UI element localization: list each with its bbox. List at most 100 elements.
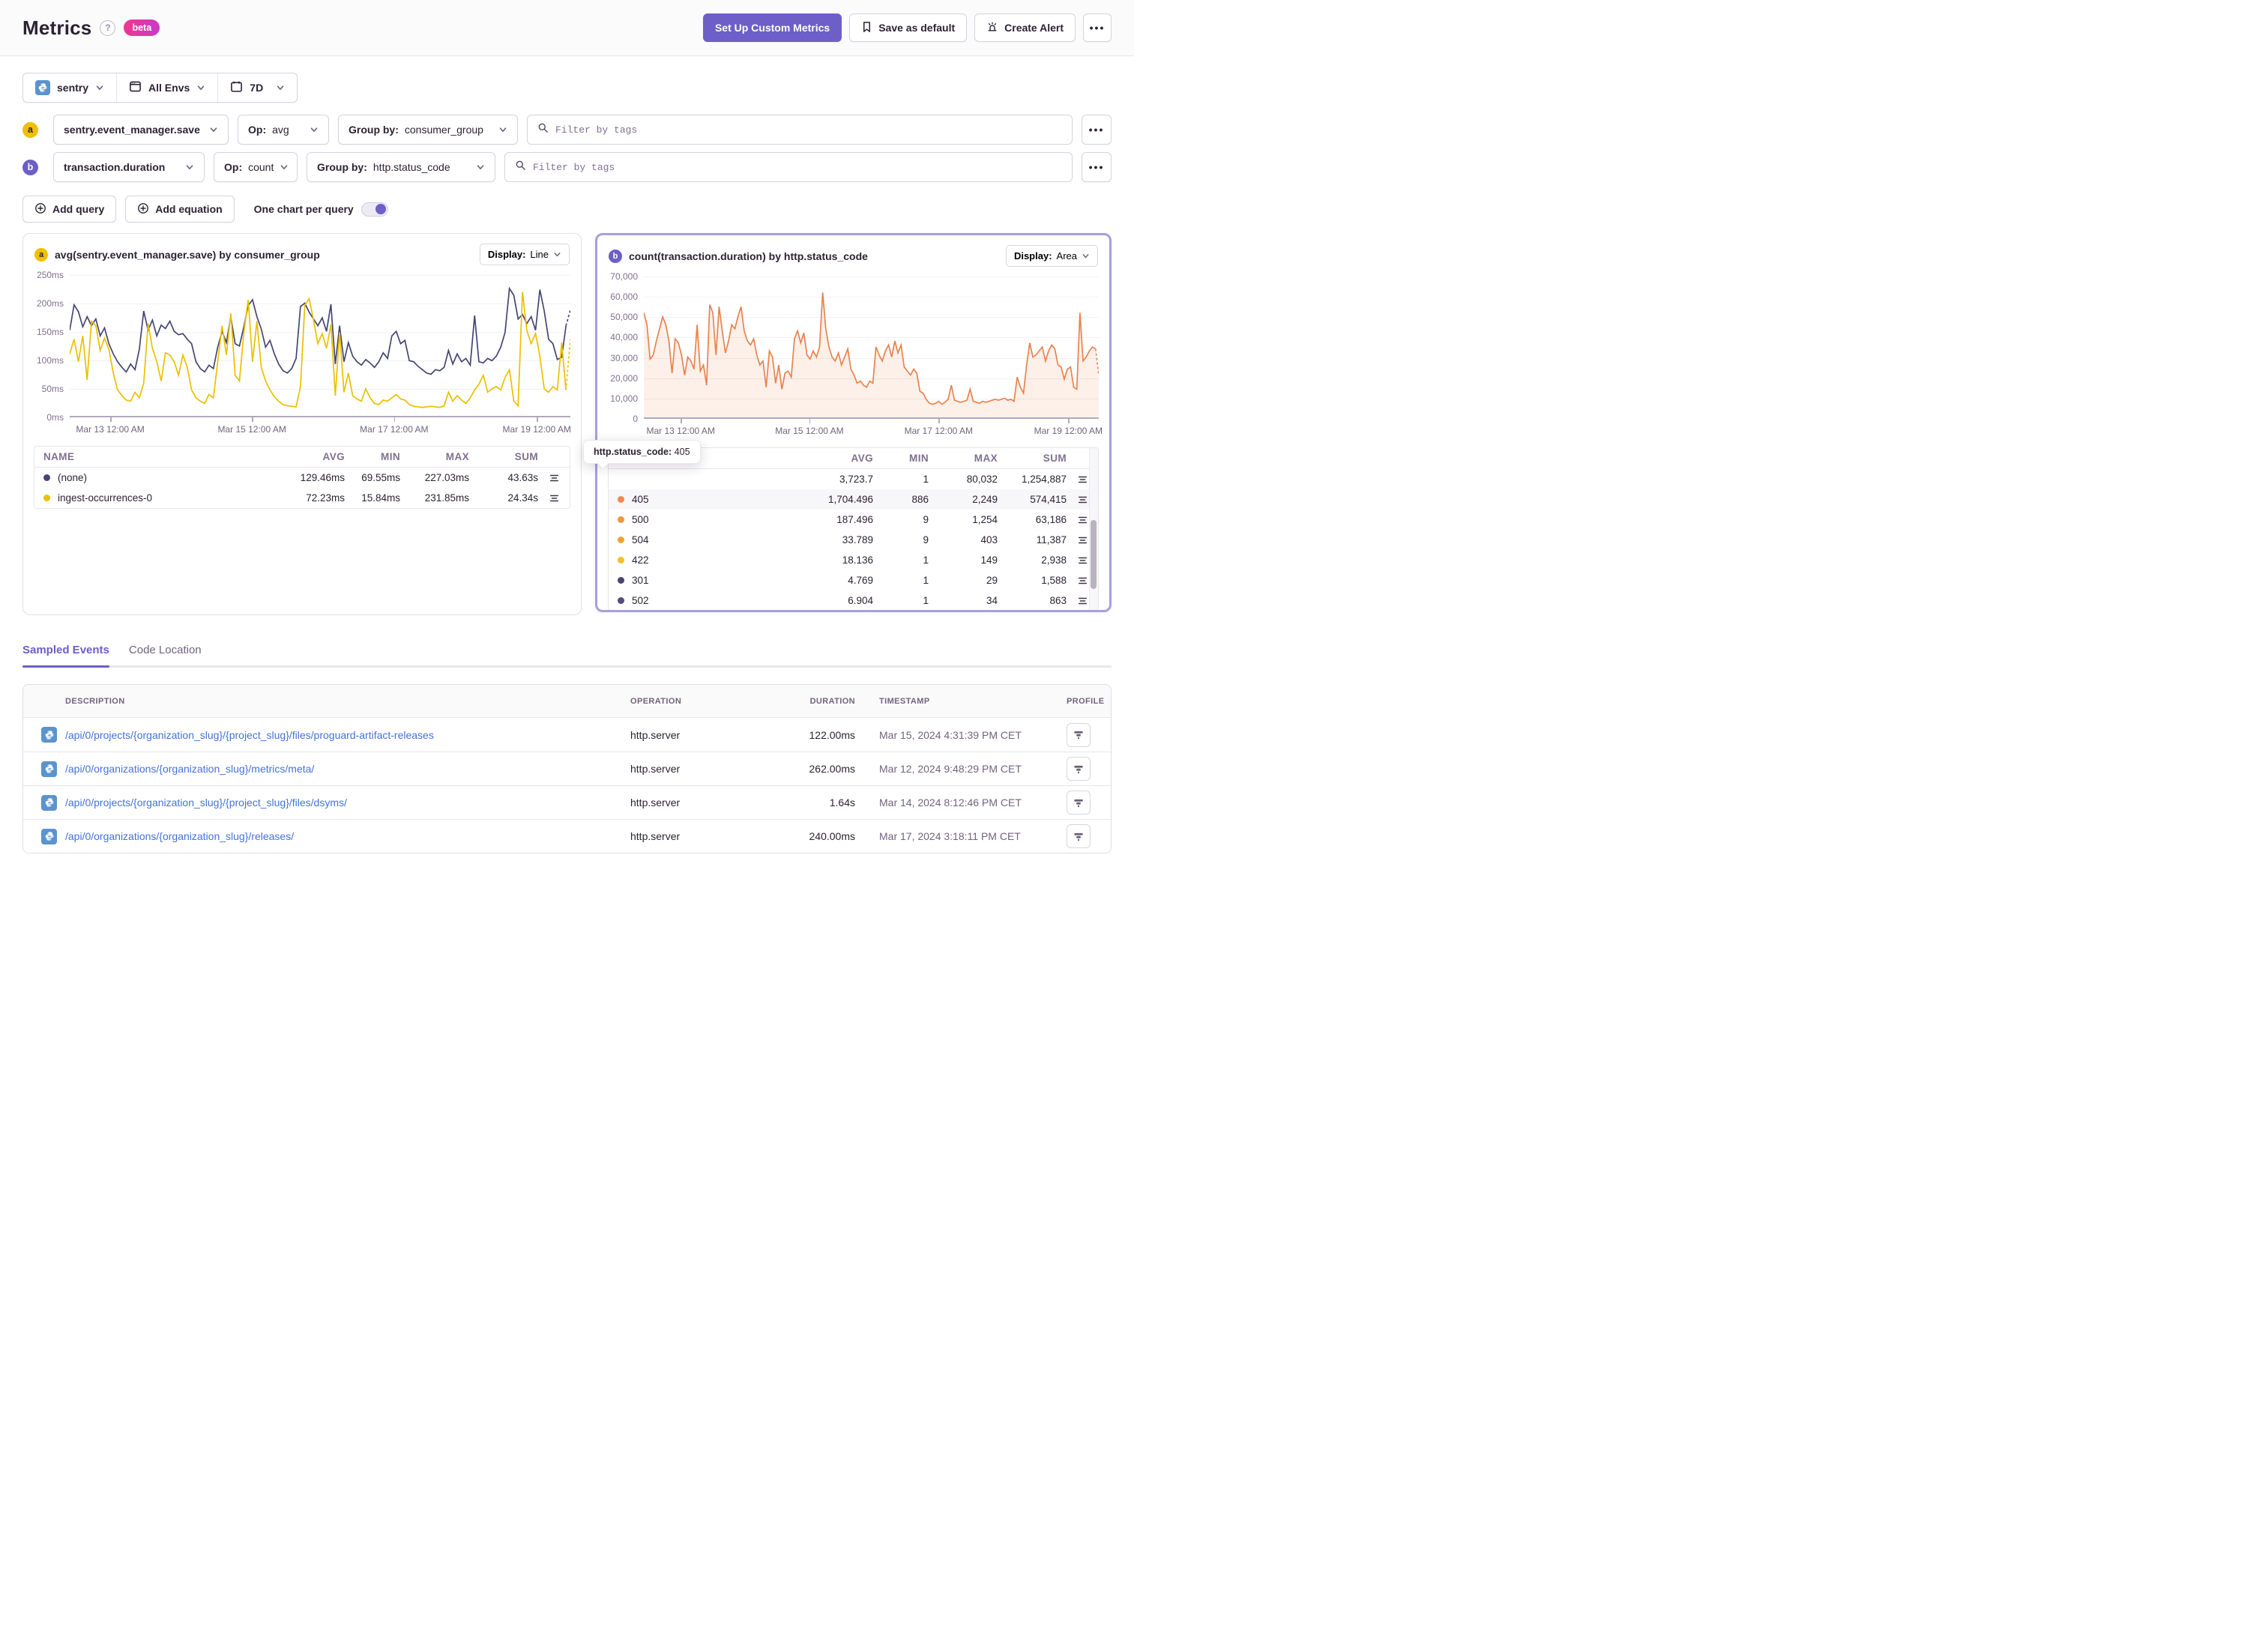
profile-button[interactable] (1067, 824, 1091, 848)
summary-row[interactable]: 405 1,704.496 886 2,249 574,415 (609, 489, 1098, 510)
line-chart[interactable]: 250ms 200ms 150ms 100ms 50ms 0ms Mar 13 12:00… (31, 270, 571, 437)
groupby-select-a[interactable]: Group by: consumer_group (338, 115, 518, 145)
event-description-link[interactable]: /api/0/organizations/{organization_slug}… (65, 763, 630, 775)
series-max: 227.03ms (424, 472, 469, 483)
add-equation-button[interactable]: Add equation (125, 196, 235, 223)
metric-select-a[interactable]: sentry.event_manager.save (53, 115, 229, 145)
tag-filter-b[interactable] (504, 152, 1073, 182)
series-name: 500 (632, 514, 649, 525)
series-avg: 18.136 (842, 554, 873, 566)
summary-row[interactable]: ingest-occurrences-0 72.23ms 15.84ms 231.85… (34, 488, 570, 508)
tab-code-location[interactable]: Code Location (129, 644, 202, 665)
summary-row[interactable]: 3,723.7 1 80,032 1,254,887 (609, 469, 1098, 489)
chevron-down-icon (185, 163, 194, 172)
scrollbar-track[interactable] (1089, 448, 1098, 610)
chevron-down-icon (95, 83, 104, 92)
groupby-select-b[interactable]: Group by: http.status_code (307, 152, 495, 182)
event-operation: http.server (630, 763, 681, 775)
series-color-dot (618, 597, 624, 604)
summary-row[interactable]: 502 6.904 1 34 863 (609, 590, 1098, 610)
summary-row[interactable]: 301 4.769 1 29 1,588 (609, 570, 1098, 590)
save-as-default-button[interactable]: Save as default (849, 13, 968, 42)
search-icon (537, 122, 549, 137)
project-selector[interactable]: sentry (23, 73, 116, 102)
calendar-icon (230, 80, 243, 95)
series-sum: 11,387 (1036, 534, 1067, 545)
summary-row[interactable]: 504 33.789 9 403 11,387 (609, 530, 1098, 550)
date-range-selector[interactable]: 7D (217, 73, 297, 102)
python-event-icon (41, 794, 57, 811)
series-name: ingest-occurrences-0 (58, 492, 153, 504)
series-max: 2,249 (972, 494, 998, 505)
chevron-down-icon (209, 125, 218, 134)
event-timestamp: Mar 12, 2024 9:48:29 PM CET (879, 763, 1022, 775)
environment-selector[interactable]: All Envs (116, 73, 217, 102)
one-chart-per-query-toggle[interactable] (361, 202, 388, 217)
query-row-b: b transaction.duration Op: count Group b… (22, 152, 1112, 182)
bookmark-icon (861, 21, 872, 35)
series-avg: 4.769 (848, 575, 873, 586)
op-select-a[interactable]: Op: avg (238, 115, 329, 145)
plus-circle-icon (34, 202, 46, 217)
event-operation: http.server (630, 728, 681, 741)
series-color-dot (618, 557, 624, 563)
x-tick-label: Mar 13 12:00 AM (76, 424, 145, 435)
chart-badge-a: a (34, 247, 48, 262)
x-tick-label: Mar 19 12:00 AM (1034, 426, 1103, 436)
chart-title-a: avg(sentry.event_manager.save) by consum… (55, 248, 320, 261)
help-icon[interactable]: ? (100, 19, 116, 36)
y-tick-label: 250ms (36, 270, 64, 280)
summary-row[interactable]: (none) 129.46ms 69.55ms 227.03ms 43.63s (34, 468, 570, 488)
query-badge-b: b (22, 159, 38, 175)
metric-select-b[interactable]: transaction.duration (53, 152, 205, 182)
series-sum: 574,415 (1030, 494, 1067, 505)
setup-custom-metrics-button[interactable]: Set Up Custom Metrics (702, 13, 842, 42)
profile-button[interactable] (1067, 757, 1091, 781)
x-axis: Mar 13 12:00 AM Mar 15 12:00 AM Mar 17 12:… (70, 417, 571, 437)
profile-button[interactable] (1067, 722, 1091, 747)
profile-button[interactable] (1067, 791, 1091, 815)
display-select-b[interactable]: Display: Area (1005, 245, 1098, 267)
series-max: 403 (980, 534, 998, 545)
series-actions-icon[interactable] (538, 493, 570, 504)
series-name: (none) (58, 472, 88, 483)
series-actions-icon[interactable] (538, 473, 570, 483)
series-avg: 129.46ms (300, 472, 345, 483)
create-alert-button[interactable]: Create Alert (974, 13, 1076, 42)
summary-table-b: NAME AVG MIN MAX SUM 3,723.7180,0321,254… (608, 447, 1099, 610)
event-duration: 262.00ms (809, 763, 855, 775)
event-description-link[interactable]: /api/0/organizations/{organization_slug}… (65, 830, 630, 842)
area-chart[interactable]: 70,000 60,000 50,000 40,000 30,000 20,000 10,0… (605, 271, 1103, 438)
y-tick-label: 0 (633, 414, 638, 424)
series-min: 9 (923, 534, 929, 545)
series-min: 69.55ms (361, 472, 400, 483)
tag-filter-input-a[interactable] (555, 124, 1062, 136)
python-project-icon (35, 80, 50, 95)
chevron-down-icon (476, 163, 485, 172)
event-description-link[interactable]: /api/0/projects/{organization_slug}/{pro… (65, 797, 630, 809)
series-name: 301 (632, 575, 649, 586)
tag-filter-input-b[interactable] (533, 161, 1062, 173)
scrollbar-thumb[interactable] (1091, 520, 1097, 589)
series-avg: 3,723.7 (839, 474, 873, 485)
siren-icon (986, 21, 998, 35)
query-more-button-b[interactable]: ••• (1082, 152, 1112, 182)
op-select-b[interactable]: Op: count (214, 152, 298, 182)
tag-filter-a[interactable] (527, 115, 1073, 145)
event-description-link[interactable]: /api/0/projects/{organization_slug}/{pro… (65, 729, 630, 741)
summary-row[interactable]: 500 187.496 9 1,254 63,186 (609, 510, 1098, 530)
series-sum: 863 (1049, 595, 1067, 606)
add-query-button[interactable]: Add query (22, 196, 117, 223)
query-more-button-a[interactable]: ••• (1082, 115, 1112, 145)
display-select-a[interactable]: Display: Line (479, 244, 570, 265)
query-badge-a: a (22, 121, 38, 138)
series-name: 502 (632, 595, 649, 606)
summary-table-a: NAME AVG MIN MAX SUM (none) 129.46ms 69.55… (34, 446, 570, 509)
chevron-down-icon (280, 163, 289, 172)
summary-row[interactable]: 422 18.136 1 149 2,938 (609, 550, 1098, 570)
python-event-icon (41, 761, 57, 777)
query-row-a: a sentry.event_manager.save Op: avg Grou… (22, 115, 1112, 145)
chart-title-b: count(transaction.duration) by http.stat… (629, 250, 868, 262)
page-more-button[interactable]: ••• (1083, 13, 1112, 42)
tab-sampled-events[interactable]: Sampled Events (22, 644, 109, 668)
